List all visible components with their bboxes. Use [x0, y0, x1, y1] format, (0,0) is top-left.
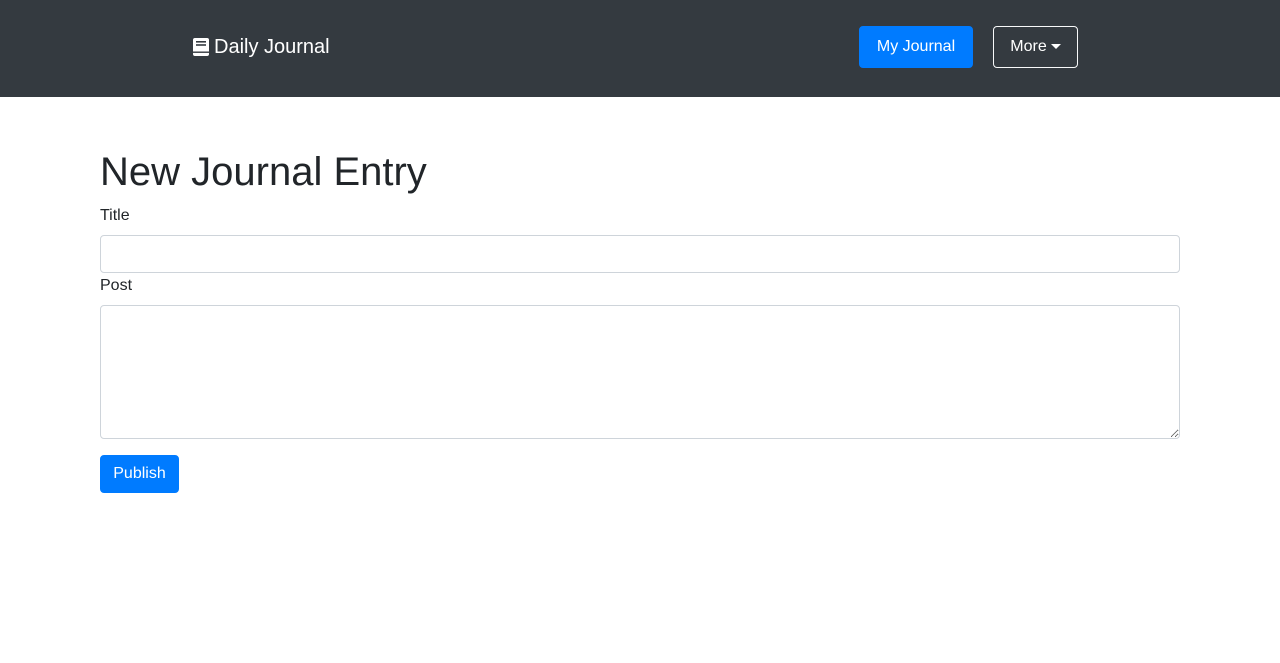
page-title: New Journal Entry	[100, 150, 427, 194]
my-journal-button[interactable]: My Journal	[859, 26, 973, 68]
post-textarea[interactable]	[100, 305, 1180, 439]
navbar: Daily Journal My Journal More	[0, 0, 1280, 97]
more-dropdown-button[interactable]: More	[993, 26, 1078, 68]
post-label: Post	[100, 277, 133, 294]
brand-link[interactable]: Daily Journal	[192, 35, 330, 59]
publish-button[interactable]: Publish	[100, 455, 179, 493]
title-label: Title	[100, 207, 130, 224]
book-icon	[193, 38, 209, 56]
brand-label: Daily Journal	[214, 35, 330, 58]
caret-down-icon	[1050, 43, 1061, 49]
title-input[interactable]	[100, 235, 1180, 273]
more-label: More	[1010, 38, 1047, 55]
